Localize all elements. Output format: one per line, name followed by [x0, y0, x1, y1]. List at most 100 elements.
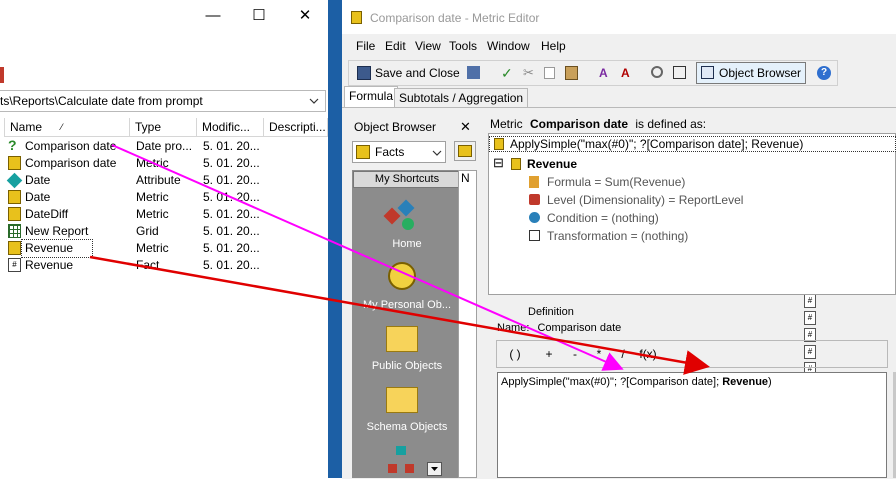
column-header-description-label: Descripti...: [269, 120, 326, 134]
object-browser-toggle[interactable]: Object Browser: [696, 62, 806, 84]
cell-name: New Report: [25, 224, 89, 238]
parentheses-button[interactable]: ( ): [502, 344, 528, 364]
list-item[interactable]: Revenue Metric 5. 01. 20...: [8, 239, 260, 258]
public-objects-folder-icon[interactable]: [386, 326, 418, 352]
list-item[interactable]: # Revenue Fact 5. 01. 20...: [0, 257, 328, 274]
condition-icon: [529, 212, 540, 223]
explorer-titlebar: — ☐ ✕: [0, 0, 328, 32]
shortcut-home[interactable]: Home: [352, 238, 462, 250]
hierarchy-icon[interactable]: [388, 446, 414, 476]
cell-name: Comparison date: [25, 156, 117, 170]
fact-icon[interactable]: #: [804, 311, 816, 325]
shortcut-schema-objects[interactable]: Schema Objects: [352, 421, 462, 433]
object-list-header: N: [461, 171, 470, 185]
paste-button[interactable]: [562, 62, 580, 84]
close-button[interactable]: ✕: [282, 0, 328, 32]
collapse-icon[interactable]: ⊟: [493, 155, 504, 171]
minimize-button[interactable]: —: [190, 0, 236, 32]
column-header-name[interactable]: Name ⁄: [4, 118, 130, 137]
tab-formula[interactable]: Formula: [344, 86, 399, 108]
chevron-down-icon[interactable]: [309, 97, 319, 105]
metric-icon: [8, 241, 21, 255]
list-item[interactable]: DateDiff Metric 5. 01. 20...: [0, 206, 328, 223]
validate-button[interactable]: ✓: [498, 62, 516, 84]
tool-button-2[interactable]: A: [618, 62, 636, 84]
cell-modified: 5. 01. 20...: [203, 156, 260, 170]
condition-property[interactable]: Condition = (nothing): [547, 211, 659, 225]
list-item[interactable]: Comparison date Metric 5. 01. 20...: [0, 155, 328, 172]
maximize-button[interactable]: ☐: [236, 0, 282, 32]
menu-help[interactable]: Help: [541, 39, 566, 53]
column-header-description[interactable]: Descripti...: [264, 118, 328, 137]
cell-modified: 5. 01. 20...: [203, 139, 260, 153]
multiply-button[interactable]: *: [592, 344, 606, 364]
zoom-button[interactable]: [648, 62, 666, 84]
tool-button-1[interactable]: A: [596, 62, 614, 84]
cell-modified: 5. 01. 20...: [203, 173, 260, 187]
my-shortcuts-header[interactable]: My Shortcuts: [353, 171, 461, 188]
divide-button[interactable]: /: [616, 344, 630, 364]
cell-type: Fact: [136, 258, 160, 272]
formula-text-suffix: ): [768, 376, 772, 388]
metric-expression: ApplySimple("max(#0)"; ?[Comparison date…: [510, 137, 804, 151]
chevron-down-icon: [432, 150, 442, 156]
menu-tools[interactable]: Tools: [449, 39, 477, 53]
formula-editor[interactable]: ApplySimple("max(#0)"; ?[Comparison date…: [497, 372, 887, 478]
menu-view[interactable]: View: [415, 39, 441, 53]
formula-text-revenue: Revenue: [722, 376, 769, 388]
metric-icon: [8, 190, 21, 204]
save-and-close-button[interactable]: Save and Close: [354, 62, 464, 84]
list-item[interactable]: Date Metric 5. 01. 20...: [0, 189, 328, 206]
formula-text-prefix: ApplySimple("max(#0)"; ?[Comparison date…: [501, 376, 723, 388]
revenue-node[interactable]: Revenue: [527, 157, 577, 171]
cell-modified: 5. 01. 20...: [203, 241, 260, 255]
list-item[interactable]: New Report Grid 5. 01. 20...: [0, 223, 328, 240]
fact-icon: #: [8, 258, 21, 272]
personal-objects-icon[interactable]: [388, 262, 416, 290]
definition-title: Definition: [528, 306, 574, 318]
object-browser-close-icon[interactable]: ✕: [460, 119, 471, 135]
fact-icon[interactable]: #: [804, 294, 816, 308]
metric-icon: [8, 156, 21, 170]
metric-icon: [351, 11, 362, 24]
tab-subtotals[interactable]: Subtotals / Aggregation: [394, 88, 529, 108]
schema-objects-folder-icon[interactable]: [386, 387, 418, 413]
copy-button[interactable]: [540, 62, 558, 84]
metric-expression-row[interactable]: ApplySimple("max(#0)"; ?[Comparison date…: [489, 136, 896, 152]
address-bar[interactable]: ts\Reports\Calculate date from prompt: [0, 90, 326, 112]
column-header-modified[interactable]: Modific...: [197, 118, 264, 137]
plus-button[interactable]: +: [542, 344, 556, 364]
function-button[interactable]: f(x): [636, 344, 660, 364]
minus-button[interactable]: -: [568, 344, 582, 364]
scissors-icon: ✂: [523, 65, 534, 80]
metric-editor-window: Comparison date - Metric Editor File Edi…: [342, 0, 896, 479]
list-item[interactable]: Date Attribute 5. 01. 20...: [0, 172, 328, 189]
transformation-icon: [529, 230, 540, 241]
transformation-property[interactable]: Transformation = (nothing): [547, 229, 688, 243]
menu-edit[interactable]: Edit: [385, 39, 406, 53]
cell-modified: 5. 01. 20...: [203, 258, 260, 272]
parent-folder-button[interactable]: [454, 141, 476, 161]
shortcut-public-objects[interactable]: Public Objects: [352, 360, 462, 372]
folder-select[interactable]: Facts: [352, 141, 446, 163]
help-icon: ?: [817, 66, 831, 80]
column-header-type[interactable]: Type: [130, 118, 197, 137]
cut-button[interactable]: ✂: [519, 62, 537, 84]
menu-file[interactable]: File: [356, 39, 375, 53]
grid-report-icon: [8, 224, 21, 238]
cell-name: DateDiff: [25, 207, 69, 221]
save-icon: [357, 66, 371, 80]
home-icon[interactable]: [383, 198, 420, 234]
shortcuts-scroll-button[interactable]: [427, 462, 442, 476]
formula-icon: [529, 176, 539, 188]
help-button[interactable]: ?: [814, 62, 832, 84]
object-list[interactable]: N: [458, 170, 477, 478]
save-icon-button[interactable]: [464, 62, 482, 84]
formula-property[interactable]: Formula = Sum(Revenue): [547, 175, 685, 189]
list-item[interactable]: ? Comparison date Date pro... 5. 01. 20...: [0, 138, 328, 155]
find-button[interactable]: [670, 62, 688, 84]
level-property[interactable]: Level (Dimensionality) = ReportLevel: [547, 193, 743, 207]
shortcut-personal-objects[interactable]: My Personal Ob...: [352, 299, 462, 311]
object-browser-icon: [701, 66, 714, 79]
menu-window[interactable]: Window: [487, 39, 530, 53]
